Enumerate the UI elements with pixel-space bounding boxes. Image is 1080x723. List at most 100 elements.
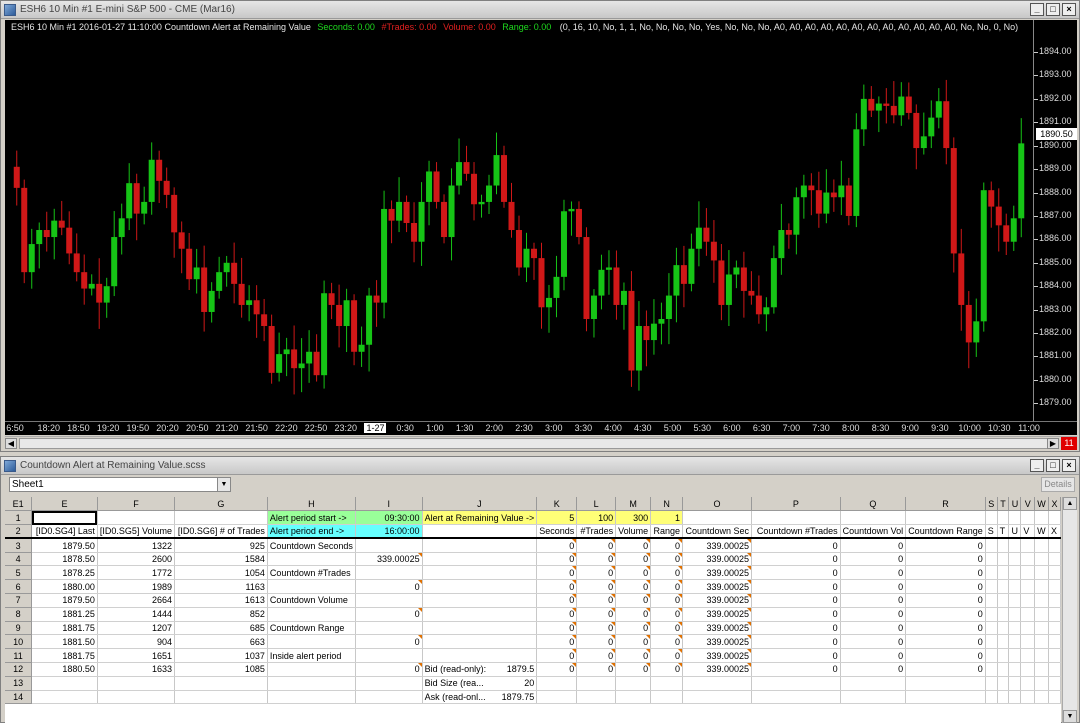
row-header[interactable]: 3 [5,538,33,553]
sheet-close-button[interactable]: × [1062,459,1076,472]
sheet-cell[interactable]: 0 [840,565,907,581]
sheet-cell[interactable] [997,634,1010,650]
sheet-cell[interactable] [751,510,841,526]
sheet-cell[interactable]: 0 [650,662,684,677]
sheet-cell[interactable]: Alert period start -> [267,510,356,526]
sheet-cell[interactable] [1008,579,1022,595]
sheet-cell[interactable] [422,607,538,622]
sheet-cell[interactable]: 0 [615,538,652,553]
sheet-cell[interactable]: 0 [536,621,578,636]
sheet-cell[interactable]: [ID0.SG6] # of Trades [174,524,268,540]
candle-body[interactable] [231,262,238,284]
candle-body[interactable] [388,208,395,221]
sheet-cell[interactable]: 1881.75 [31,648,98,664]
sheet-cell[interactable] [1048,510,1061,526]
sheet-cell[interactable] [422,524,538,540]
row-header[interactable]: 6 [5,579,33,595]
sheet-select[interactable]: Sheet1 ▼ [9,477,231,492]
row-header[interactable]: 10 [5,634,33,650]
candle-body[interactable] [920,136,927,149]
candle-body[interactable] [583,237,590,319]
candle-body[interactable] [860,98,867,130]
sheet-cell[interactable] [1020,662,1036,677]
candle-body[interactable] [381,208,388,303]
price-axis[interactable]: 1894.00 1893.00 1892.00 1891.00 1890.00 1889.… [1033,20,1077,421]
candle-body[interactable] [441,201,448,238]
sheet-cell[interactable]: 339.00025 [355,552,423,567]
sheet-cell[interactable] [97,510,175,526]
sheet-cell[interactable]: 0 [536,648,578,664]
sheet-cell[interactable] [267,662,356,677]
candle-body[interactable] [186,248,193,280]
sheet-cell[interactable] [1048,607,1061,622]
row-header[interactable]: 12 [5,662,33,677]
sheet-cell[interactable]: 0 [576,621,617,636]
candle-body[interactable] [883,103,890,106]
sheet-cell[interactable] [997,690,1010,705]
scroll-up-icon[interactable]: ▲ [1063,497,1077,510]
candle-body[interactable] [703,227,710,242]
candle-body[interactable] [111,237,118,287]
sheet-cell[interactable]: 0 [905,607,986,622]
sheet-cell[interactable]: Countdown Range [905,524,986,540]
candle-body[interactable] [673,265,680,296]
sheet-cell[interactable] [997,593,1010,608]
candle-body[interactable] [51,220,58,238]
candle-body[interactable] [658,318,665,324]
candle-body[interactable] [530,248,537,259]
row-header[interactable]: 13 [5,676,33,691]
sheet-cell[interactable] [985,690,998,705]
column-header-x[interactable]: X [1048,497,1061,512]
sheet-cell[interactable]: V [1020,524,1036,540]
candle-body[interactable] [321,293,328,376]
sheet-cell[interactable]: 0 [576,579,617,595]
candle-body[interactable] [800,185,807,198]
candle-body[interactable] [965,304,972,343]
candle-body[interactable] [261,314,268,327]
candle-body[interactable] [868,98,875,111]
sheet-cell[interactable]: 0 [650,552,684,567]
sheet-cell[interactable]: 0 [536,593,578,608]
sheet-cell[interactable] [1020,648,1036,664]
sheet-cell[interactable]: Countdown #Trades [751,524,841,540]
sheet-cell[interactable]: U [1008,524,1022,540]
sheet-cell[interactable] [985,593,998,608]
sheet-cell[interactable] [1034,634,1050,650]
sheet-cell[interactable] [905,690,986,705]
sheet-cell[interactable]: 339.00025 [682,593,752,608]
row-header[interactable]: 8 [5,607,33,622]
sheet-cell[interactable] [997,607,1010,622]
sheet-cell[interactable]: Countdown Volume [267,593,356,608]
sheet-cell[interactable]: 1878.25 [31,565,98,581]
sheet-cell[interactable] [905,510,986,526]
sheet-cell[interactable] [355,565,423,581]
sheet-cell[interactable] [985,648,998,664]
sheet-cell[interactable]: 300 [615,510,652,526]
candle-body[interactable] [650,323,657,341]
sheet-cell[interactable]: 339.00025 [682,621,752,636]
sheet-cell[interactable]: 0 [905,621,986,636]
sheet-cell[interactable] [1048,593,1061,608]
candle-body[interactable] [336,304,343,327]
row-header[interactable]: 7 [5,593,33,608]
sheet-cell[interactable]: 0 [536,538,578,553]
sheet-cell[interactable] [1034,593,1050,608]
sheet-cell[interactable] [1048,634,1061,650]
candle-body[interactable] [995,206,1002,226]
candle-body[interactable] [208,290,215,312]
sheet-cell[interactable] [1008,510,1022,526]
sheet-cell[interactable]: 1772 [97,565,175,581]
sheet-cell[interactable]: 0 [650,634,684,650]
column-header-n[interactable]: N [650,497,684,512]
candle-body[interactable] [1003,225,1010,242]
row-header[interactable]: 11 [5,648,33,664]
sheet-cell[interactable] [1048,621,1061,636]
candle-body[interactable] [298,363,305,369]
sheet-cell[interactable] [840,690,907,705]
sheet-cell[interactable]: 1881.50 [31,634,98,650]
sheet-cell[interactable] [1020,593,1036,608]
sheet-cell[interactable] [1008,662,1022,677]
sheet-cell[interactable]: Inside alert period [267,648,356,664]
candle-body[interactable] [755,295,762,315]
sheet-cell[interactable] [1020,538,1036,553]
